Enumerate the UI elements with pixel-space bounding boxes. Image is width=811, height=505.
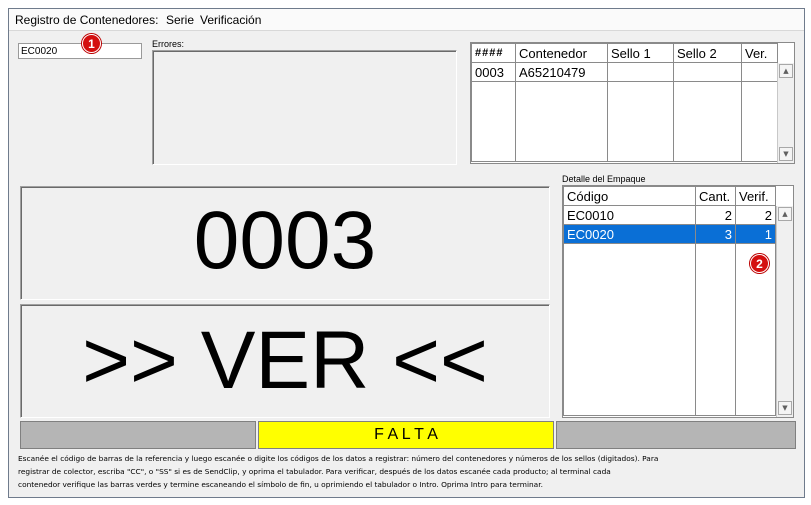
annotation-badge-2: 2 <box>750 254 769 273</box>
annotation-badge-1: 1 <box>82 34 101 53</box>
row-number: 0003 <box>471 62 516 82</box>
detail-verif: 1 <box>735 224 776 244</box>
header-codigo[interactable]: Código <box>563 186 696 206</box>
status-left-cell <box>20 421 256 449</box>
container-number: 0003 <box>193 195 377 286</box>
row-sello-1 <box>607 62 674 82</box>
instructions-line-3: contenedor verifique las barras verdes y… <box>18 480 543 489</box>
scroll-up-icon[interactable]: ▲ <box>778 207 792 221</box>
errors-box <box>152 50 457 165</box>
header-verif[interactable]: Verif. <box>735 186 776 206</box>
instructions-line-2: registrar de colector, escriba "CC", o "… <box>18 467 611 476</box>
detail-table: Código Cant. Verif. EC0010 2 2 EC0020 3 … <box>563 186 776 416</box>
table-row-empty <box>471 81 778 162</box>
scroll-down-icon[interactable]: ▼ <box>779 147 793 161</box>
table-row-selected[interactable]: EC0020 3 1 <box>563 224 776 244</box>
status-message: >> VER << <box>82 315 488 406</box>
menu-bar: Registro de Contenedores: Serie Verifica… <box>9 9 804 31</box>
status-right-cell <box>556 421 796 449</box>
message-display: >> VER << <box>20 304 550 418</box>
row-contenedor: A65210479 <box>515 62 608 82</box>
scroll-up-icon[interactable]: ▲ <box>779 64 793 78</box>
table-row[interactable]: 0003 A65210479 <box>471 62 778 82</box>
detail-codigo: EC0010 <box>563 205 696 225</box>
container-table: #### Contenedor Sello 1 Sello 2 Ver. 000… <box>471 43 778 162</box>
row-sello-2 <box>673 62 742 82</box>
detail-codigo: EC0020 <box>563 224 696 244</box>
detail-label: Detalle del Empaque <box>562 174 646 184</box>
scroll-down-icon[interactable]: ▼ <box>778 401 792 415</box>
header-contenedor[interactable]: Contenedor <box>515 43 608 63</box>
errors-label: Errores: <box>152 39 185 49</box>
header-ver[interactable]: Ver. <box>741 43 778 63</box>
header-sello-2[interactable]: Sello 2 <box>673 43 742 63</box>
menu-verificacion[interactable]: Verificación <box>200 13 261 27</box>
detail-cant: 3 <box>695 224 736 244</box>
container-table-wrapper: #### Contenedor Sello 1 Sello 2 Ver. 000… <box>470 42 795 164</box>
detail-table-wrapper: Código Cant. Verif. EC0010 2 2 EC0020 3 … <box>562 185 794 418</box>
code-input[interactable] <box>18 43 142 59</box>
container-number-display: 0003 <box>20 186 550 300</box>
header-cant[interactable]: Cant. <box>695 186 736 206</box>
main-window: Registro de Contenedores: Serie Verifica… <box>8 8 805 498</box>
detail-verif: 2 <box>735 205 776 225</box>
table-row-empty <box>563 243 776 416</box>
instructions-line-1: Escanée el código de barras de la refere… <box>18 454 659 463</box>
container-table-header: #### Contenedor Sello 1 Sello 2 Ver. <box>471 43 778 63</box>
row-ver <box>741 62 778 82</box>
detail-cant: 2 <box>695 205 736 225</box>
container-table-scrollbar[interactable]: ▲ ▼ <box>777 63 794 163</box>
header-sello-1[interactable]: Sello 1 <box>607 43 674 63</box>
menu-registro[interactable]: Registro de Contenedores: <box>15 13 158 27</box>
header-number[interactable]: #### <box>471 43 516 63</box>
detail-table-scrollbar[interactable]: ▲ ▼ <box>776 206 793 417</box>
menu-serie[interactable]: Serie <box>166 13 194 27</box>
instructions-text: Escanée el código de barras de la refere… <box>18 452 800 491</box>
detail-table-header: Código Cant. Verif. <box>563 186 776 206</box>
status-falta-cell: F A L T A <box>258 421 554 449</box>
table-row[interactable]: EC0010 2 2 <box>563 205 776 225</box>
